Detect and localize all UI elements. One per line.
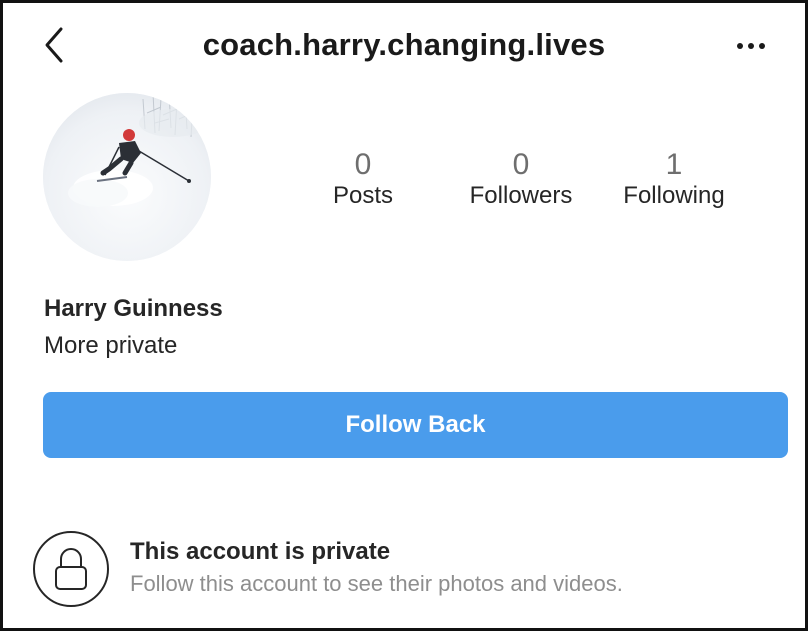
more-horizontal-icon[interactable] <box>731 31 771 61</box>
profile-screen: coach.harry.changing.lives 0 Posts 0 Fol… <box>0 0 808 631</box>
followers-count: 0 <box>512 148 530 181</box>
posts-count: 0 <box>354 148 372 181</box>
profile-username: coach.harry.changing.lives <box>202 27 606 62</box>
display-name: Harry Guinness <box>44 295 223 322</box>
private-account-notice: This account is private Follow this acco… <box>33 529 793 609</box>
follow-back-button[interactable]: Follow Back <box>43 392 788 458</box>
stat-following[interactable]: 1 Following <box>609 149 739 213</box>
posts-label: Posts <box>332 182 394 209</box>
lock-icon-circle <box>33 531 109 607</box>
stat-posts[interactable]: 0 Posts <box>325 149 401 213</box>
following-count: 1 <box>665 148 683 181</box>
profile-stats: 0 Posts 0 Followers 1 Following <box>303 149 753 219</box>
profile-bio: More private <box>44 332 178 359</box>
profile-header: coach.harry.changing.lives <box>3 3 805 91</box>
private-title: This account is private <box>130 538 391 565</box>
lock-icon <box>55 548 87 590</box>
skier-in-snow-photo <box>43 93 211 261</box>
avatar[interactable] <box>43 93 211 261</box>
private-subtitle: Follow this account to see their photos … <box>130 571 623 596</box>
stat-followers[interactable]: 0 Followers <box>453 149 589 213</box>
following-label: Following <box>623 182 725 209</box>
followers-label: Followers <box>469 182 573 209</box>
